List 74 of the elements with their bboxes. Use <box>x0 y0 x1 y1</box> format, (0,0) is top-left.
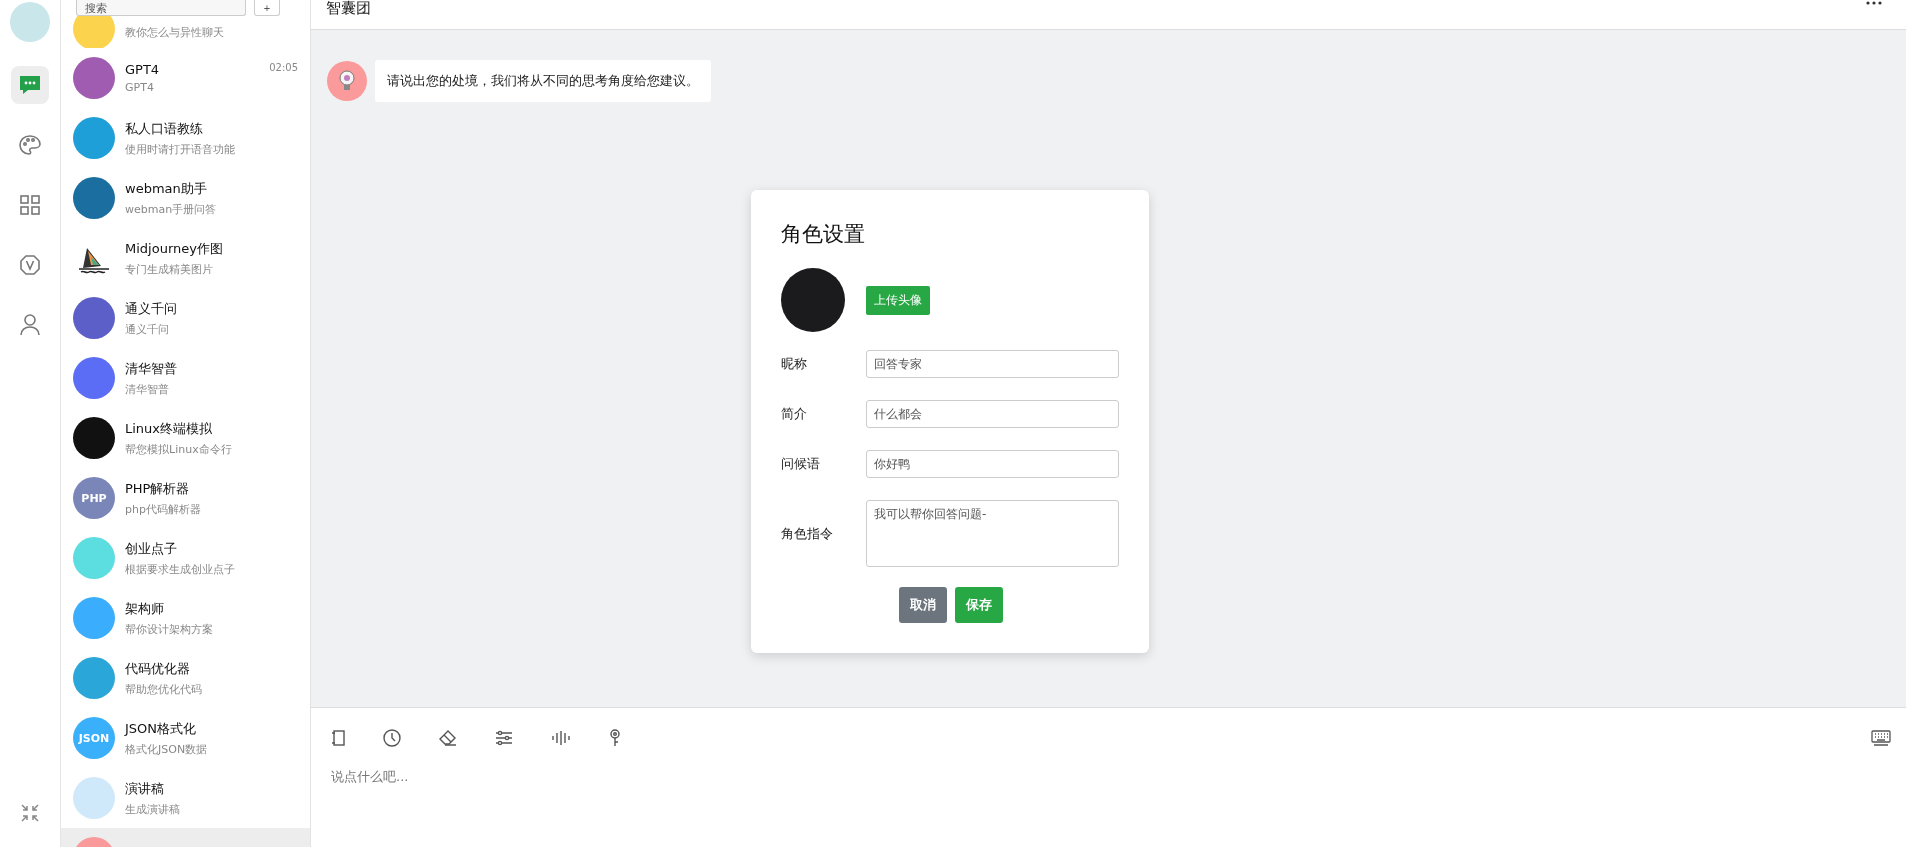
conversation-subtitle: 教你怎么与异性聊天 <box>125 25 225 40</box>
more-icon[interactable] <box>1866 0 1882 6</box>
chat-icon <box>19 75 41 95</box>
cancel-button[interactable]: 取消 <box>898 587 947 623</box>
conversation-title: 架构师 <box>125 599 164 618</box>
search-field[interactable]: 搜索 <box>76 0 246 16</box>
conversation-title: Midjourney作图 <box>125 239 223 258</box>
conversation-title: 私人口语教练 <box>125 119 203 138</box>
conversation-item[interactable]: Linux终端模拟 帮您模拟Linux命令行 <box>61 408 310 468</box>
conversation-title: GPT4 <box>125 62 160 77</box>
conversation-subtitle: 帮您模拟Linux命令行 <box>125 441 233 457</box>
key-icon[interactable] <box>609 729 621 747</box>
grid-icon <box>20 195 40 215</box>
field-label: 简介 <box>781 405 808 423</box>
sliders-icon[interactable] <box>495 730 513 746</box>
clock-icon[interactable] <box>383 729 401 747</box>
chat-nav-button[interactable] <box>11 66 49 104</box>
sound-wave-icon[interactable] <box>551 730 571 746</box>
conversation-subtitle: GPT4 <box>125 81 155 94</box>
instruction-field[interactable]: 我可以帮你回答问题- <box>866 500 1119 567</box>
conversation-item[interactable]: 私人口语教练 使用时请打开语音功能 <box>61 108 310 168</box>
conversation-subtitle: 帮助您优化代码 <box>125 681 203 697</box>
conversation-subtitle: 通义千问 <box>125 321 170 337</box>
conversation-title: webman助手 <box>125 179 207 198</box>
conversation-item[interactable]: 清华智普 清华智普 <box>61 348 310 408</box>
conversation-title: 清华智普 <box>125 359 177 378</box>
message-bubble: 请说出您的处境，我们将从不同的思考角度给您建议。 <box>375 60 711 102</box>
input-field[interactable]: 你好鸭 <box>866 450 1119 478</box>
conversation-subtitle: 格式化JSON数据 <box>125 741 209 757</box>
conversation-item[interactable]: 通义千问 通义千问 <box>61 288 310 348</box>
conversation-subtitle: 清华智普 <box>125 381 170 397</box>
conversation-item[interactable]: 架构师 帮你设计架构方案 <box>61 588 310 648</box>
conversation-item[interactable]: 代码优化器 帮助您优化代码 <box>61 648 310 708</box>
conversation-item[interactable]: 创业点子 根据要求生成创业点子 <box>61 528 310 588</box>
field-label: 问候语 <box>781 455 821 473</box>
collapse-icon[interactable] <box>20 803 40 823</box>
field-label: 角色指令 <box>781 524 834 543</box>
conversation-title: 代码优化器 <box>125 659 190 678</box>
conversation-item[interactable]: GPT4 02:05 GPT4 <box>61 48 310 108</box>
conversation-subtitle: 根据要求生成创业点子 <box>125 561 236 577</box>
conversation-subtitle: 帮你设计架构方案 <box>125 621 214 637</box>
keyboard-icon[interactable] <box>1871 730 1891 746</box>
bot-avatar: PHP <box>73 477 115 519</box>
input-field[interactable]: 什么都会 <box>866 400 1119 428</box>
add-button[interactable]: + <box>254 0 280 16</box>
conversation-item[interactable]: PHP PHP解析器 php代码解析器 <box>61 468 310 528</box>
conversation-title: Linux终端模拟 <box>125 419 213 438</box>
conversation-title: JSON格式化 <box>125 719 197 738</box>
conversation-time: 02:05 <box>269 62 298 75</box>
lightbulb-avatar <box>327 61 367 101</box>
conversation-subtitle: php代码解析器 <box>125 501 202 517</box>
notebook-icon[interactable] <box>331 730 345 746</box>
conversation-item[interactable]: Midjourney作图 专门生成精美图片 <box>61 228 310 288</box>
conversation-title: 创业点子 <box>125 539 177 558</box>
bot-avatar: JSON <box>73 717 115 759</box>
conversation-subtitle: webman手册问答 <box>125 201 218 217</box>
chat-title: 智囊团 <box>326 0 371 17</box>
conversation-item[interactable]: webman助手 webman手册问答 <box>61 168 310 228</box>
conversation-item[interactable]: 教你怎么与异性聊天 <box>61 16 310 48</box>
palette-icon <box>19 135 41 155</box>
conversation-item[interactable]: 演讲稿 生成演讲稿 <box>61 768 310 828</box>
eraser-icon[interactable] <box>439 730 457 746</box>
conversation-title: 演讲稿 <box>125 779 164 798</box>
v-badge-icon <box>20 255 40 275</box>
conversation-subtitle: 生成演讲稿 <box>125 801 181 817</box>
user-icon <box>20 314 40 336</box>
conversation-subtitle: 专门生成精美图片 <box>125 261 214 277</box>
dialog-title: 角色设置 <box>781 221 866 248</box>
field-label: 昵称 <box>781 355 808 373</box>
conversation-title: PHP解析器 <box>125 479 190 498</box>
conversation-subtitle: 使用时请打开语音功能 <box>125 141 236 157</box>
input-field[interactable]: 回答专家 <box>866 350 1119 378</box>
conversation-item[interactable]: JSON JSON格式化 格式化JSON数据 <box>61 708 310 768</box>
conversation-title: 通义千问 <box>125 299 177 318</box>
